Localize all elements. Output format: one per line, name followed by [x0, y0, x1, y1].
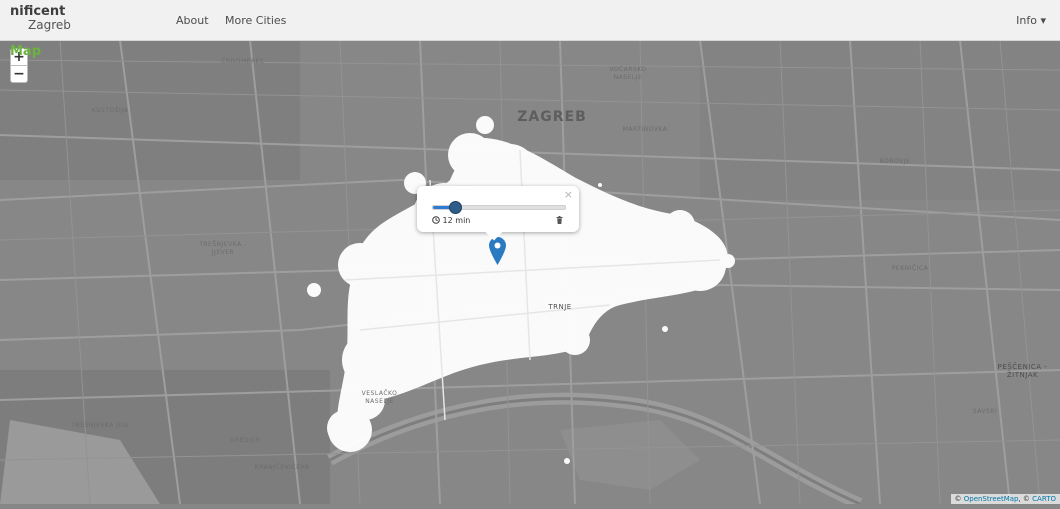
navbar: Mapnificent Zagreb About More Cities Inf… [0, 0, 1060, 41]
info-dropdown[interactable]: Info ▾ [1016, 14, 1046, 27]
brand-city: Zagreb [28, 19, 71, 31]
nav-more-cities-link[interactable]: More Cities [225, 14, 286, 27]
brand-name: Mapnificent [10, 5, 71, 18]
brand-logo[interactable]: Mapnificent Zagreb [10, 5, 71, 31]
nav-about-link[interactable]: About [176, 14, 209, 27]
